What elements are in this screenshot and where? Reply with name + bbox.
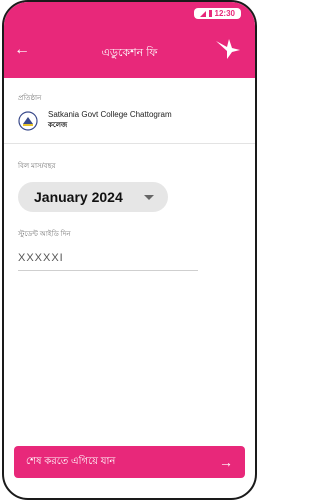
battery-icon — [208, 10, 212, 17]
chevron-down-icon — [144, 194, 154, 200]
college-logo-icon — [18, 110, 38, 131]
status-pill: 12:30 — [193, 8, 241, 19]
status-bar: 12:30 — [193, 8, 241, 19]
student-id-input[interactable] — [18, 252, 198, 264]
phone-frame: 12:30 ← এডুকেশন ফি প্রতিষ্ঠান Satkania G… — [2, 0, 257, 500]
student-id-field — [18, 248, 198, 271]
proceed-button[interactable]: শেষ করতে এগিয়ে যান → — [14, 446, 245, 478]
signal-icon — [199, 10, 206, 17]
institution-label: প্রতিষ্ঠান — [18, 95, 42, 102]
student-id-section: স্টুডেন্ট আইডি দিন — [4, 212, 255, 271]
institution-section: প্রতিষ্ঠান Satkania Govt College Chattog… — [4, 78, 255, 131]
month-section: বিল মাস/বছর January 2024 — [4, 144, 255, 212]
month-label: বিল মাস/বছর — [18, 163, 56, 170]
form-content: প্রতিষ্ঠান Satkania Govt College Chattog… — [4, 78, 255, 271]
proceed-label: শেষ করতে এগিয়ে যান — [26, 455, 116, 467]
app-header: 12:30 ← এডুকেশন ফি — [4, 2, 255, 78]
month-value: January 2024 — [34, 189, 123, 205]
status-time: 12:30 — [214, 9, 235, 18]
arrow-right-icon: → — [219, 454, 233, 470]
college-type: কলেজ — [48, 122, 68, 129]
college-text: Satkania Govt College Chattogram কলেজ — [48, 110, 172, 131]
institution-row[interactable]: Satkania Govt College Chattogram কলেজ — [18, 110, 241, 131]
college-name: Satkania Govt College Chattogram — [48, 110, 172, 119]
month-dropdown[interactable]: January 2024 — [18, 182, 168, 212]
student-id-label: স্টুডেন্ট আইডি দিন — [18, 231, 71, 238]
bird-logo-icon — [216, 39, 240, 59]
